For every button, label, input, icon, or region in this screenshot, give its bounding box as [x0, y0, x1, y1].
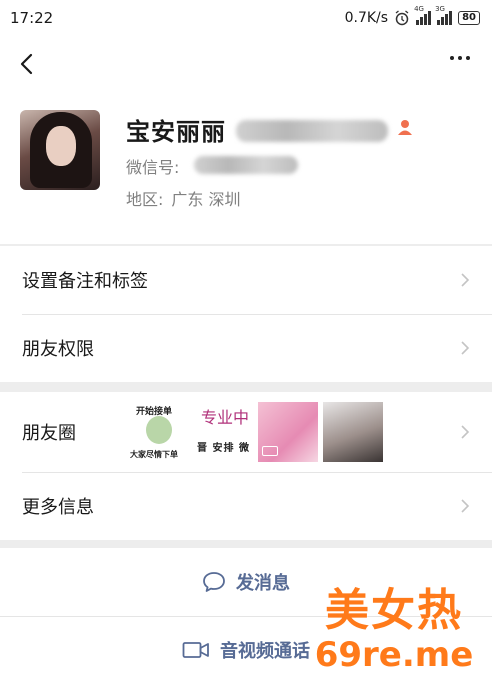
- profile-header: 宝安丽丽 微信号: 地区: 广东 深圳: [0, 92, 492, 244]
- thumbnail-caption: 大家尽情下单: [130, 450, 178, 459]
- blurred-wechat-id: [194, 156, 298, 174]
- alarm-icon: [395, 10, 409, 26]
- friend-permissions-row[interactable]: 朋友权限: [0, 314, 492, 382]
- watermark-line2: 69re.me: [314, 635, 474, 675]
- chevron-right-icon: [461, 499, 470, 513]
- thumbnail-caption: 开始接单: [136, 407, 173, 417]
- chat-bubble-icon: [203, 572, 225, 592]
- audio-video-call-label: 音视频通话: [220, 641, 310, 662]
- wechat-id-label: 微信号:: [126, 158, 180, 177]
- moment-thumbnail: [258, 402, 318, 462]
- dot-icon: [458, 56, 462, 60]
- more-info-row[interactable]: 更多信息: [0, 472, 492, 540]
- battery-icon: 80: [458, 11, 480, 25]
- signal-3g-icon: 3G: [435, 5, 453, 25]
- moment-thumbnail: 开始接单 大家尽情下单: [128, 402, 188, 462]
- watermark: 美女热 69re.me: [302, 585, 486, 675]
- settings-group: 设置备注和标签 朋友权限: [0, 246, 492, 382]
- dot-icon: [466, 56, 470, 60]
- moment-thumbnail: [323, 402, 383, 462]
- moment-thumbnail: 专业中 晋 安排 微: [193, 402, 253, 462]
- thumbnail-caption: 专业中: [201, 408, 250, 427]
- thumbnail-caption: 晋 安排 微: [197, 443, 250, 454]
- chevron-right-icon: [461, 341, 470, 355]
- set-remark-row[interactable]: 设置备注和标签: [0, 246, 492, 314]
- set-remark-label: 设置备注和标签: [22, 271, 148, 292]
- region-label: 地区:: [126, 190, 164, 209]
- status-bar: 17:22 0.7K/s 4G 3G 80: [0, 0, 492, 36]
- avatar[interactable]: [20, 110, 100, 190]
- network-speed: 0.7K/s: [344, 10, 389, 26]
- back-button[interactable]: [14, 50, 42, 78]
- status-icons: 0.7K/s 4G 3G 80: [344, 5, 480, 26]
- video-camera-icon: [182, 642, 209, 658]
- moments-row[interactable]: 朋友圈 开始接单 大家尽情下单 专业中 晋 安排 微: [0, 392, 492, 472]
- video-icon: [262, 446, 278, 456]
- female-icon: [398, 120, 412, 135]
- contact-name: 宝安丽丽: [126, 118, 226, 146]
- moments-label: 朋友圈: [22, 423, 76, 444]
- signal-4g-icon: 4G: [414, 5, 432, 25]
- moments-thumbnails: 开始接单 大家尽情下单 专业中 晋 安排 微: [128, 402, 383, 462]
- nav-bar: [0, 36, 492, 92]
- chevron-right-icon: [461, 425, 470, 439]
- watermark-line1: 美女热: [325, 585, 463, 636]
- region-row: 地区: 广东 深圳: [126, 186, 241, 210]
- info-group: 朋友圈 开始接单 大家尽情下单 专业中 晋 安排 微 更多信息: [0, 392, 492, 540]
- friend-permissions-label: 朋友权限: [22, 339, 94, 360]
- more-info-label: 更多信息: [22, 497, 94, 518]
- status-time: 17:22: [10, 9, 54, 27]
- dot-icon: [450, 56, 454, 60]
- region-value: 广东 深圳: [171, 190, 241, 209]
- send-message-label: 发消息: [236, 573, 290, 594]
- chevron-left-icon: [20, 53, 33, 75]
- blurred-name-suffix: [236, 120, 388, 142]
- chevron-right-icon: [461, 273, 470, 287]
- more-options-button[interactable]: [450, 56, 470, 60]
